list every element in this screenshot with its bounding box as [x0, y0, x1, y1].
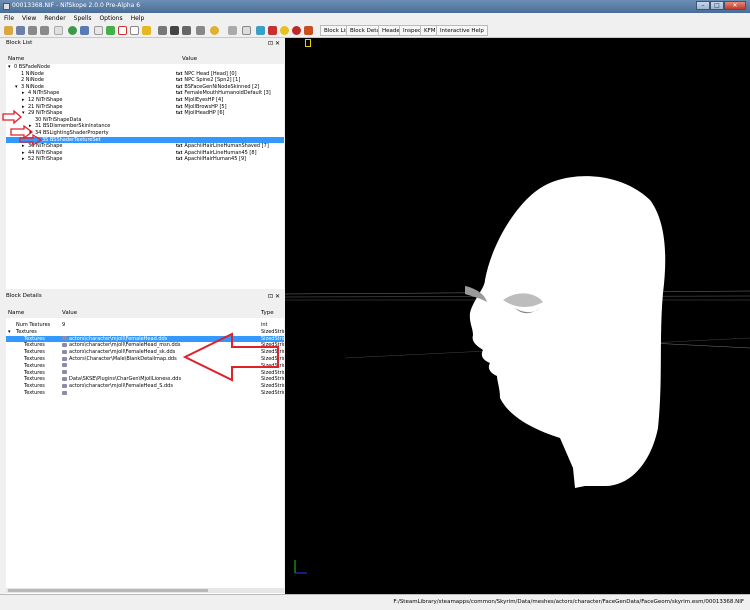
annotation-arrow-2 [10, 124, 34, 140]
scrollbar-thumb[interactable] [8, 589, 208, 592]
annotation-arrow-3 [19, 133, 43, 147]
nifskope-window: 00013368.NIF - NifSkope 2.0.0 Pre-Alpha … [0, 0, 750, 610]
marker-icon[interactable] [292, 26, 301, 35]
maximize-button[interactable]: □ [710, 1, 724, 10]
annotation-arrows [2, 109, 279, 382]
annotation-arrow-big [182, 332, 279, 382]
details-horizontal-scrollbar[interactable] [6, 588, 284, 593]
window-controls: – □ ✕ [696, 1, 746, 12]
annotation-arrow-1 [2, 109, 22, 125]
status-bar: F:/SteamLibrary/steamapps/common/Skyrim/… [0, 594, 750, 610]
render-viewport[interactable] [285, 38, 750, 594]
head-model [285, 176, 750, 574]
minimize-button[interactable]: – [696, 1, 710, 10]
close-button[interactable]: ✕ [724, 1, 746, 10]
collision-icon[interactable] [304, 26, 313, 35]
tab-interactive-help[interactable]: Interactive Help [436, 25, 488, 36]
file-path: F:/SteamLibrary/steamapps/common/Skyrim/… [393, 599, 744, 605]
selection-marker [305, 39, 311, 47]
head-shape [469, 176, 666, 488]
